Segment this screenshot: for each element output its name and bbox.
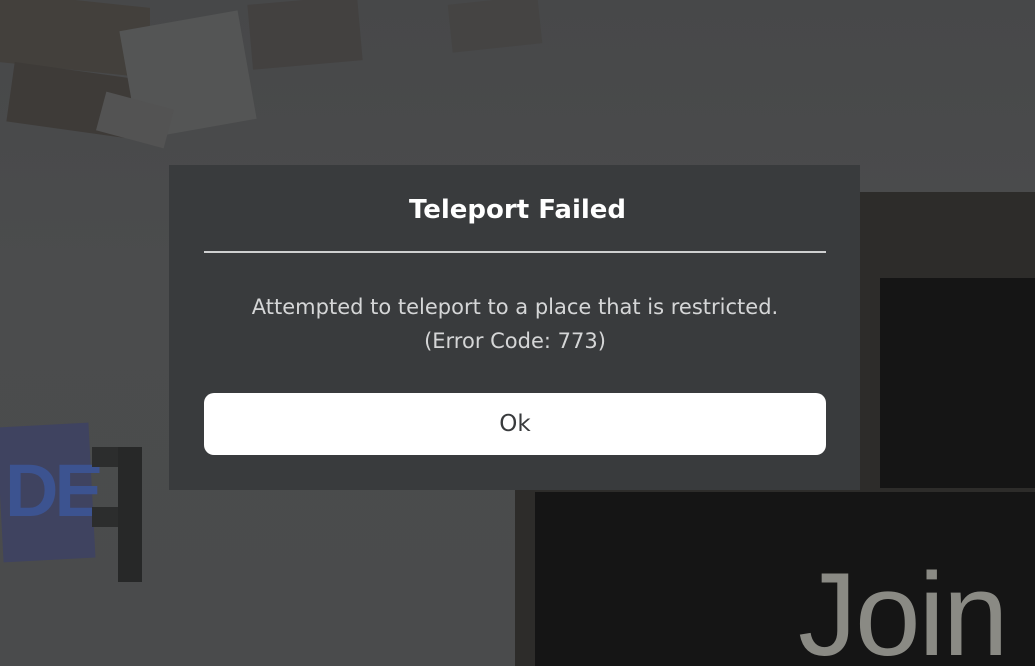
scene-block [247, 0, 363, 70]
dialog-message: Attempted to teleport to a place that is… [204, 290, 826, 358]
scene-sign-post [118, 447, 142, 582]
dialog-title: Teleport Failed [408, 195, 627, 225]
dialog-message-line: Attempted to teleport to a place that is… [251, 295, 779, 319]
billboard-text: Join [798, 549, 1008, 666]
ok-button[interactable]: Ok [204, 393, 826, 455]
dialog-divider [204, 251, 826, 253]
dialog-error-code: (Error Code: 773) [424, 329, 606, 353]
scene-block [447, 0, 543, 53]
billboard-screen [880, 278, 1035, 498]
scene-sign-text: DE [5, 449, 104, 532]
